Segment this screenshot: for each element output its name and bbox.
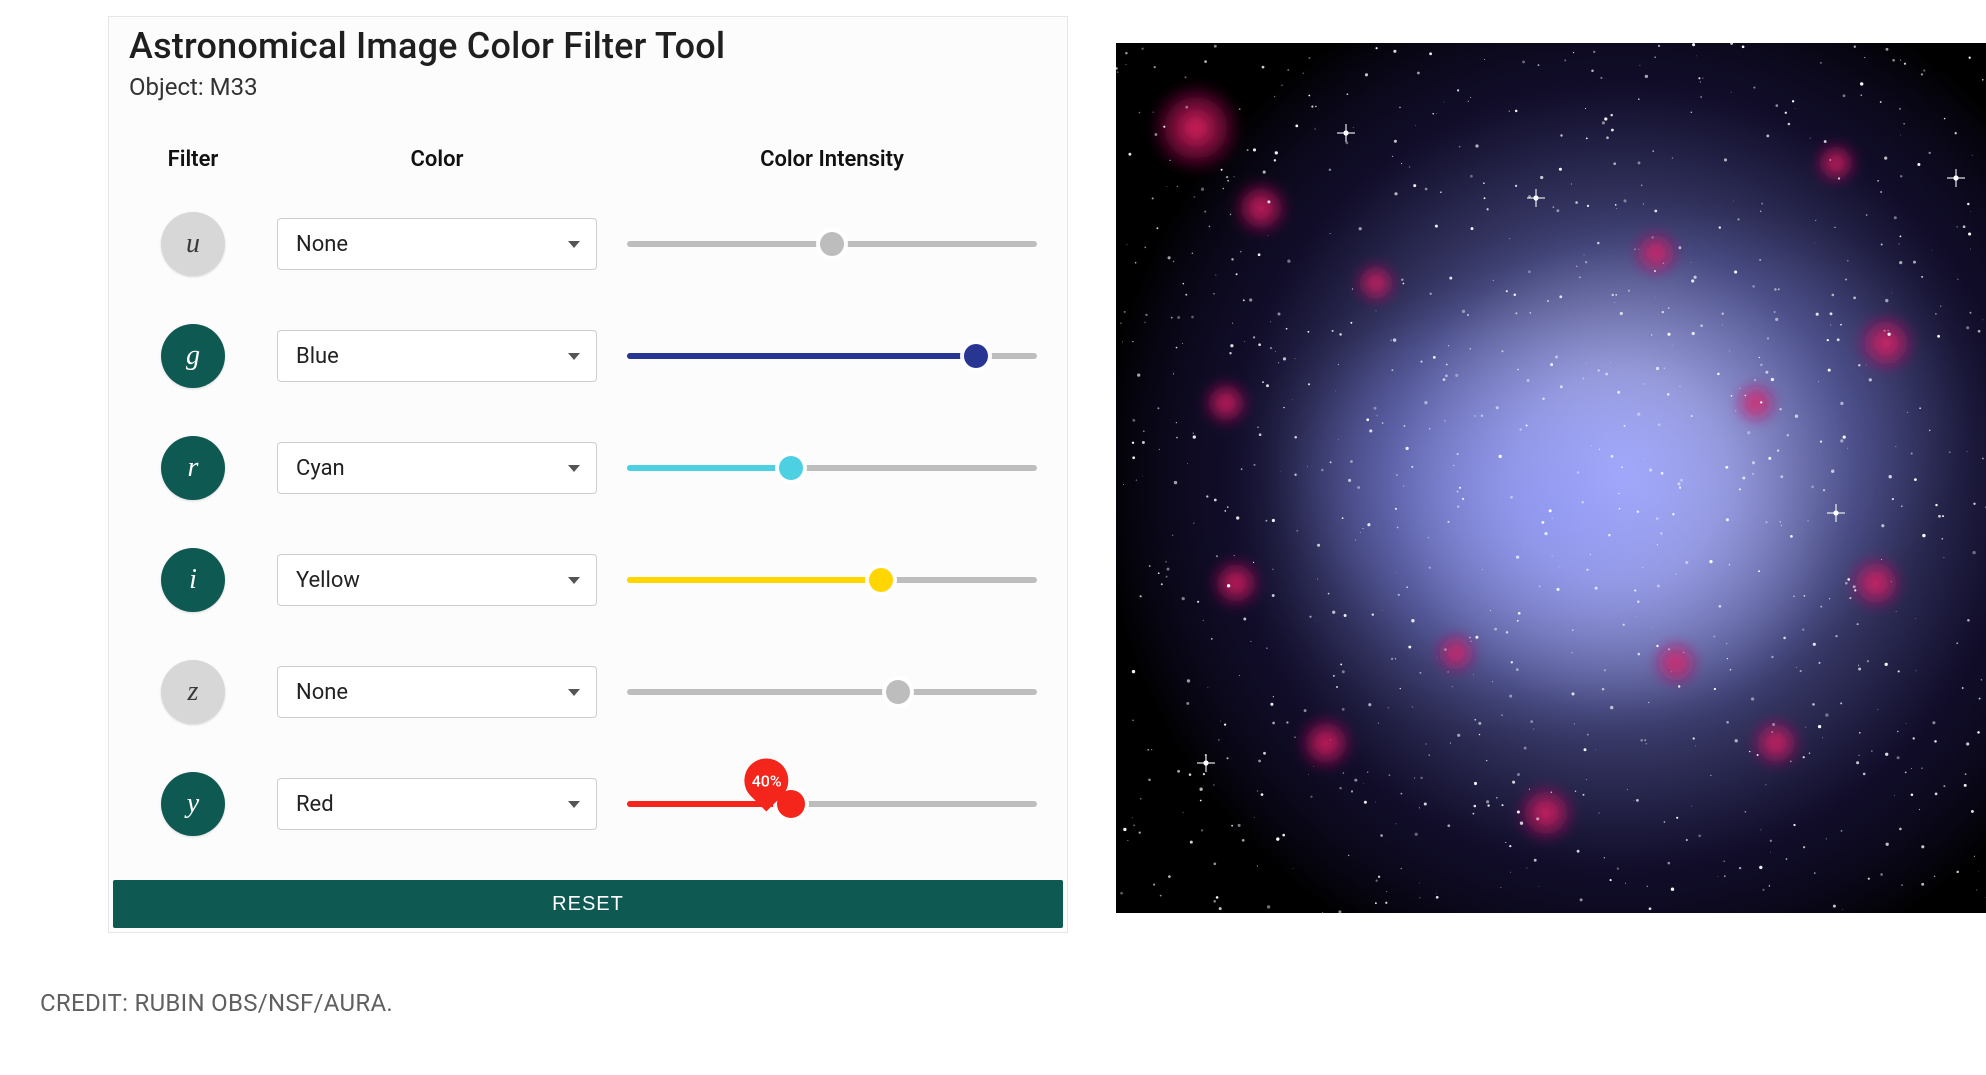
intensity-slider-i[interactable] xyxy=(621,556,1043,604)
slider-thumb[interactable] xyxy=(820,232,844,256)
filter-row-z: z None xyxy=(133,636,1043,748)
color-select-value: None xyxy=(296,680,348,705)
slider-thumb[interactable] xyxy=(779,456,803,480)
filter-chip-r[interactable]: r xyxy=(161,436,225,500)
intensity-slider-g[interactable] xyxy=(621,332,1043,380)
slider-thumb[interactable] xyxy=(886,680,910,704)
color-select-value: Red xyxy=(296,792,334,817)
col-header-intensity: Color Intensity xyxy=(621,147,1043,172)
intensity-slider-r[interactable] xyxy=(621,444,1043,492)
chevron-down-icon xyxy=(568,465,580,472)
chevron-down-icon xyxy=(568,577,580,584)
slider-fill xyxy=(627,353,980,359)
intensity-slider-u[interactable] xyxy=(621,220,1043,268)
column-headers: Filter Color Color Intensity xyxy=(109,111,1067,188)
color-select-u[interactable]: None xyxy=(277,218,597,270)
color-select-y[interactable]: Red xyxy=(277,778,597,830)
page-title: Astronomical Image Color Filter Tool xyxy=(129,25,1047,67)
slider-thumb[interactable] xyxy=(964,344,988,368)
filter-row-u: u None xyxy=(133,188,1043,300)
color-select-value: None xyxy=(296,232,348,257)
slider-fill xyxy=(627,465,790,471)
filter-chip-z[interactable]: z xyxy=(161,660,225,724)
col-header-filter: Filter xyxy=(133,147,253,172)
chevron-down-icon xyxy=(568,241,580,248)
intensity-slider-y[interactable]: 40% xyxy=(621,780,1043,828)
slider-thumb[interactable] xyxy=(869,568,893,592)
color-select-i[interactable]: Yellow xyxy=(277,554,597,606)
filter-chip-y[interactable]: y xyxy=(161,772,225,836)
image-preview xyxy=(1116,43,1986,913)
filter-row-y: y Red 40% xyxy=(133,748,1043,860)
credit-text: CREDIT: RUBIN OBS/NSF/AURA. xyxy=(0,933,1986,1017)
reset-button[interactable]: RESET xyxy=(113,880,1063,928)
filter-chip-i[interactable]: i xyxy=(161,548,225,612)
intensity-slider-z[interactable] xyxy=(621,668,1043,716)
controls-panel: Astronomical Image Color Filter Tool Obj… xyxy=(108,16,1068,933)
col-header-color: Color xyxy=(277,147,597,172)
chevron-down-icon xyxy=(568,801,580,808)
filter-row-r: r Cyan xyxy=(133,412,1043,524)
slider-track xyxy=(627,689,1037,695)
color-select-value: Yellow xyxy=(296,568,360,593)
filter-row-g: g Blue xyxy=(133,300,1043,412)
object-subtitle: Object: M33 xyxy=(129,73,1047,101)
color-select-r[interactable]: Cyan xyxy=(277,442,597,494)
chevron-down-icon xyxy=(568,353,580,360)
filter-row-i: i Yellow xyxy=(133,524,1043,636)
color-select-z[interactable]: None xyxy=(277,666,597,718)
color-select-g[interactable]: Blue xyxy=(277,330,597,382)
filter-chip-g[interactable]: g xyxy=(161,324,225,388)
slider-fill xyxy=(627,577,883,583)
filter-chip-u[interactable]: u xyxy=(161,212,225,276)
chevron-down-icon xyxy=(568,689,580,696)
color-select-value: Blue xyxy=(296,344,339,369)
color-select-value: Cyan xyxy=(296,456,345,481)
